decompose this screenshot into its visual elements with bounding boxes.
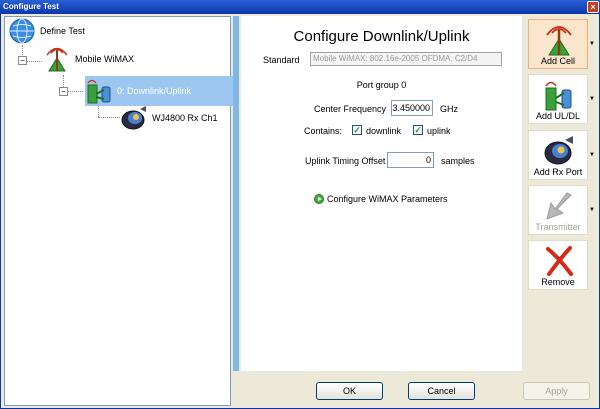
transmitter-dropdown-icon[interactable]: ▼ — [588, 185, 596, 235]
panel-splitter[interactable] — [233, 16, 239, 371]
test-tree: Define Test − Mobile WiMAX − 0: Downlink… — [4, 16, 235, 406]
add-rx-port-dropdown-icon[interactable]: ▼ — [588, 130, 596, 180]
remove-label: Remove — [541, 277, 575, 287]
arrow-down-left-icon — [546, 192, 572, 220]
add-cell-dropdown-icon[interactable]: ▼ — [588, 19, 596, 69]
expander-downlink-uplink[interactable]: − — [59, 87, 68, 96]
standard-field: Mobile WiMAX: 802.16e-2005 OFDMA, C2/D4 — [310, 52, 502, 66]
globe-icon — [8, 17, 36, 45]
tree-node-rx-port[interactable]: WJ4800 Rx Ch1 — [120, 104, 218, 132]
rf-connector-icon — [544, 136, 573, 165]
uplink-timing-offset-label: Uplink Timing Offset — [305, 156, 386, 166]
dialog-button-bar: OK Cancel Apply — [233, 371, 598, 407]
tree-node-label: Mobile WiMAX — [75, 54, 135, 64]
center-frequency-unit: GHz — [440, 104, 458, 114]
go-arrow-icon — [314, 194, 324, 204]
rf-connector-icon — [120, 104, 148, 132]
downlink-label: downlink — [366, 126, 402, 136]
antenna-tower-icon — [546, 26, 572, 56]
add-rx-port-label: Add Rx Port — [533, 167, 583, 177]
tree-node-label: 0: Downlink/Uplink — [117, 86, 192, 96]
add-cell-button[interactable]: Add Cell — [528, 19, 588, 69]
transmitter-button[interactable]: Transmitter — [528, 185, 588, 235]
remove-button[interactable]: Remove — [528, 240, 588, 290]
add-ul-dl-button[interactable]: Add UL/DL — [528, 74, 588, 124]
add-ul-dl-label: Add UL/DL — [535, 111, 581, 121]
tree-node-label: WJ4800 Rx Ch1 — [152, 113, 218, 123]
ok-button[interactable]: OK — [316, 382, 383, 400]
downlink-checkbox[interactable]: ✓ — [352, 125, 362, 135]
configure-wimax-link-label: Configure WiMAX Parameters — [327, 194, 448, 204]
configure-wimax-link[interactable]: Configure WiMAX Parameters — [314, 194, 448, 204]
port-group-label: Port group 0 — [356, 80, 407, 90]
antenna-tower-icon — [43, 45, 71, 73]
window-title-bar: Configure Test × — [0, 0, 600, 14]
form-title: Configure Downlink/Uplink — [293, 28, 470, 45]
uplink-timing-offset-unit: samples — [441, 156, 475, 166]
expander-cell[interactable]: − — [18, 56, 27, 65]
transmitter-label: Transmitter — [535, 222, 581, 232]
tree-node-downlink-uplink[interactable]: 0: Downlink/Uplink — [85, 76, 235, 106]
center-frequency-input[interactable]: 3.450000 — [391, 100, 433, 116]
configure-form: Configure Downlink/Uplink Standard Mobil… — [241, 16, 522, 371]
contains-label: Contains: — [304, 126, 343, 136]
tree-connector — [98, 117, 120, 118]
center-frequency-label: Center Frequency — [314, 104, 387, 114]
add-rx-port-button[interactable]: Add Rx Port — [528, 130, 588, 180]
add-cell-label: Add Cell — [540, 56, 576, 66]
standard-label: Standard — [263, 55, 300, 65]
uplink-checkbox[interactable]: ✓ — [413, 125, 423, 135]
tree-node-define-test[interactable]: Define Test — [8, 17, 85, 45]
right-toolbar: Add Cell ▼ Add UL/DL ▼ Add Rx Port ▼ Tra… — [525, 16, 598, 371]
remove-x-icon — [546, 246, 573, 276]
window-title: Configure Test — [3, 2, 59, 11]
downlink-uplink-icon — [85, 77, 113, 105]
close-button[interactable]: × — [587, 1, 599, 13]
tree-node-mobile-wimax[interactable]: Mobile WiMAX — [43, 45, 134, 73]
cancel-button[interactable]: Cancel — [408, 382, 475, 400]
apply-button[interactable]: Apply — [523, 382, 590, 400]
downlink-uplink-icon — [545, 81, 572, 111]
uplink-timing-offset-input[interactable]: 0 — [387, 152, 434, 168]
tree-connector — [98, 105, 99, 117]
tree-node-label: Define Test — [40, 26, 85, 36]
add-ul-dl-dropdown-icon[interactable]: ▼ — [588, 74, 596, 124]
uplink-label: uplink — [427, 126, 451, 136]
dialog-window: Define Test − Mobile WiMAX − 0: Downlink… — [0, 14, 600, 409]
